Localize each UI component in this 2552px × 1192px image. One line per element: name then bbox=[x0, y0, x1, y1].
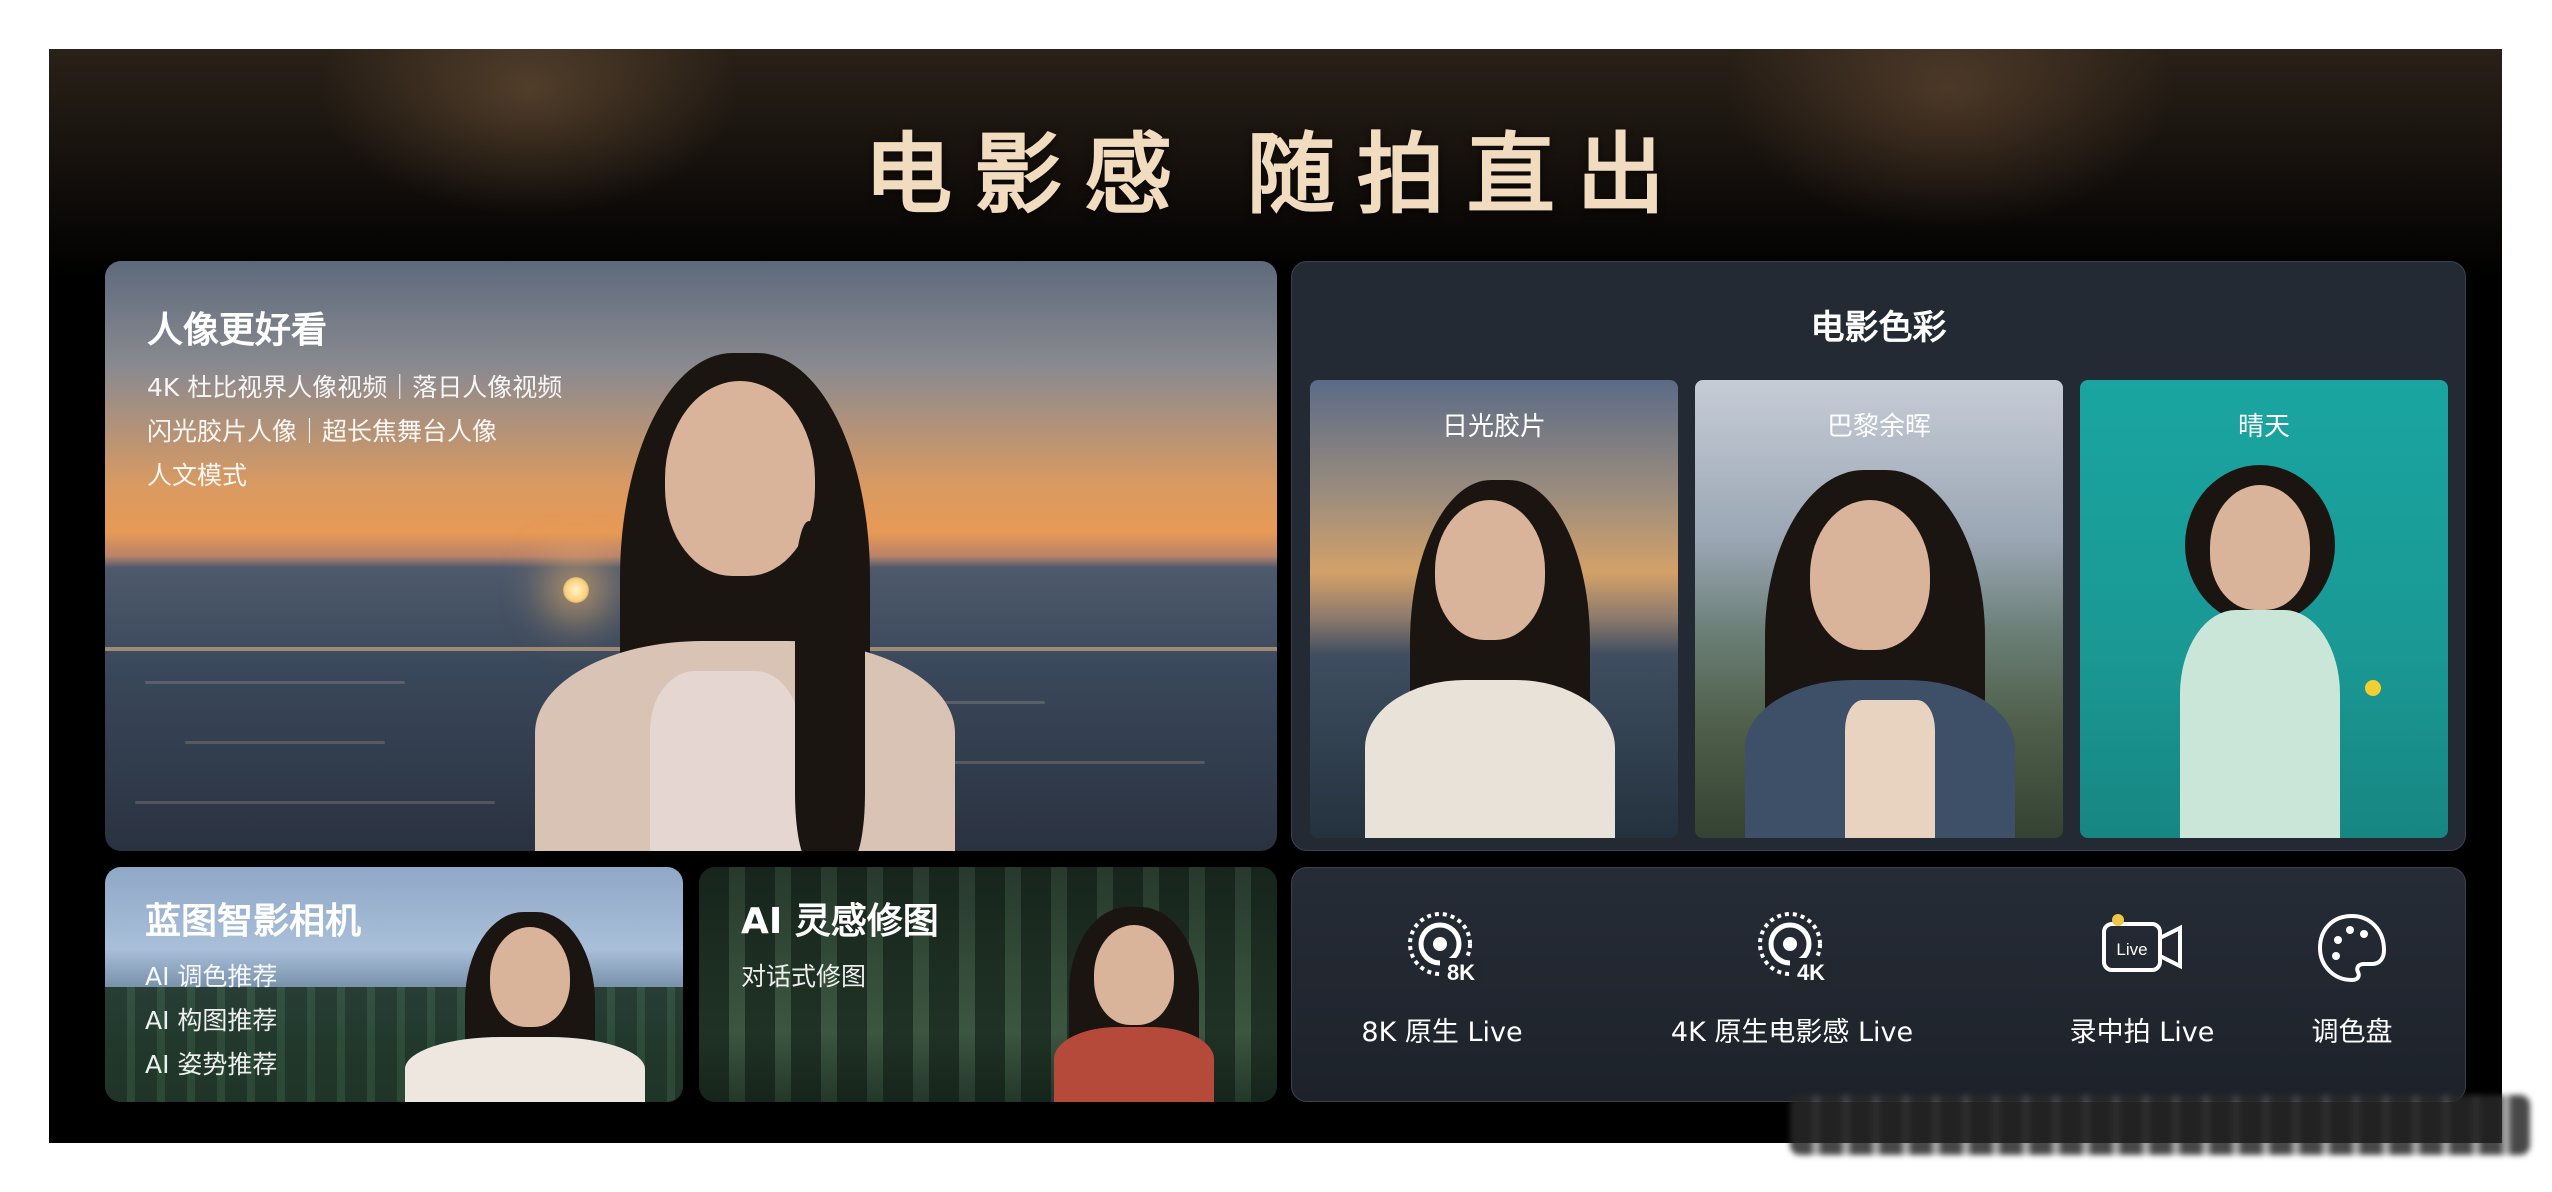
portrait-panel: 人像更好看 4K 杜比视界人像视频｜落日人像视频 闪光胶片人像｜超长焦舞台人像 … bbox=[105, 261, 1277, 851]
swatch-label: 巴黎余晖 bbox=[1826, 412, 1931, 442]
swatch-paris-afterglow[interactable]: 巴黎余晖 bbox=[1695, 380, 2063, 838]
film-color-title: 电影色彩 bbox=[1810, 308, 1947, 348]
blurred-watermark bbox=[1790, 1095, 2530, 1155]
swatch-body bbox=[1365, 680, 1615, 838]
swatch-top bbox=[1845, 700, 1935, 838]
portrait-face bbox=[665, 381, 815, 576]
portrait-title: 人像更好看 bbox=[147, 310, 328, 351]
badge-4k: 4K bbox=[1797, 960, 1825, 985]
feature-4k-live[interactable]: 4K 4K 原生电影感 Live bbox=[1622, 908, 1962, 1049]
badge-8k: 8K bbox=[1447, 960, 1475, 985]
portrait-hair-side bbox=[795, 521, 865, 851]
palette-icon bbox=[2317, 913, 2387, 983]
feature-label: 调色盘 bbox=[2311, 1017, 2393, 1048]
blueprint-line-1: AI 调色推荐 bbox=[145, 962, 278, 991]
feature-label: 4K 原生电影感 Live bbox=[1670, 1017, 1914, 1048]
blueprint-face bbox=[490, 927, 570, 1027]
ai-edit-panel: AI 灵感修图 对话式修图 bbox=[699, 867, 1277, 1102]
wave bbox=[185, 741, 385, 744]
blueprint-body bbox=[405, 1037, 645, 1102]
swatch-face bbox=[1810, 500, 1930, 650]
swatch-sunny[interactable]: 晴天 bbox=[2080, 380, 2448, 838]
portrait-line-1: 4K 杜比视界人像视频｜落日人像视频 bbox=[147, 373, 563, 402]
ai-edit-line-1: 对话式修图 bbox=[741, 962, 867, 991]
page-title: 电影感 随拍直出 bbox=[864, 123, 1687, 226]
film-color-panel: 电影色彩 日光胶片 巴黎余晖 晴天 bbox=[1291, 261, 2466, 851]
swatch-face bbox=[2210, 485, 2310, 610]
blueprint-title: 蓝图智影相机 bbox=[145, 901, 362, 942]
swatch-daylight-film[interactable]: 日光胶片 bbox=[1310, 380, 1678, 838]
slide: 电影感 随拍直出 人像更好看 4K 杜比视界人像视频｜落日人像视频 闪光胶片人像… bbox=[49, 49, 2502, 1143]
swatch-face bbox=[1435, 500, 1545, 640]
live-record-icon: Live bbox=[2102, 914, 2182, 972]
live-8k-icon: 8K bbox=[1408, 912, 1482, 986]
portrait-line-2: 闪光胶片人像｜超长焦舞台人像 bbox=[147, 417, 498, 446]
features-panel: 8K 8K 原生 Live 4K 4K 原生电影感 Live Live 录中拍 … bbox=[1291, 867, 2466, 1102]
ai-edit-title: AI 灵感修图 bbox=[741, 901, 939, 942]
swatch-body bbox=[2180, 610, 2340, 838]
blueprint-line-3: AI 姿势推荐 bbox=[145, 1050, 278, 1079]
sun-graphic bbox=[563, 577, 589, 603]
feature-label: 8K 原生 Live bbox=[1361, 1017, 1523, 1048]
wave bbox=[135, 801, 495, 804]
feature-palette[interactable]: 调色盘 bbox=[2237, 908, 2465, 1049]
blueprint-camera-panel: 蓝图智影相机 AI 调色推荐 AI 构图推荐 AI 姿势推荐 bbox=[105, 867, 683, 1102]
blueprint-line-2: AI 构图推荐 bbox=[145, 1006, 278, 1035]
portrait-line-3: 人文模式 bbox=[147, 461, 248, 490]
ai-body bbox=[1054, 1027, 1214, 1102]
badge-live: Live bbox=[2116, 940, 2147, 959]
swatch-label: 晴天 bbox=[2237, 412, 2290, 442]
flower bbox=[2365, 680, 2381, 696]
wave bbox=[925, 761, 1205, 764]
portrait-top bbox=[650, 671, 800, 851]
wave bbox=[145, 681, 405, 684]
ai-face bbox=[1094, 925, 1174, 1025]
live-4k-icon: 4K bbox=[1758, 912, 1832, 986]
feature-8k-live[interactable]: 8K 8K 原生 Live bbox=[1302, 908, 1582, 1049]
swatch-label: 日光胶片 bbox=[1441, 412, 1546, 442]
